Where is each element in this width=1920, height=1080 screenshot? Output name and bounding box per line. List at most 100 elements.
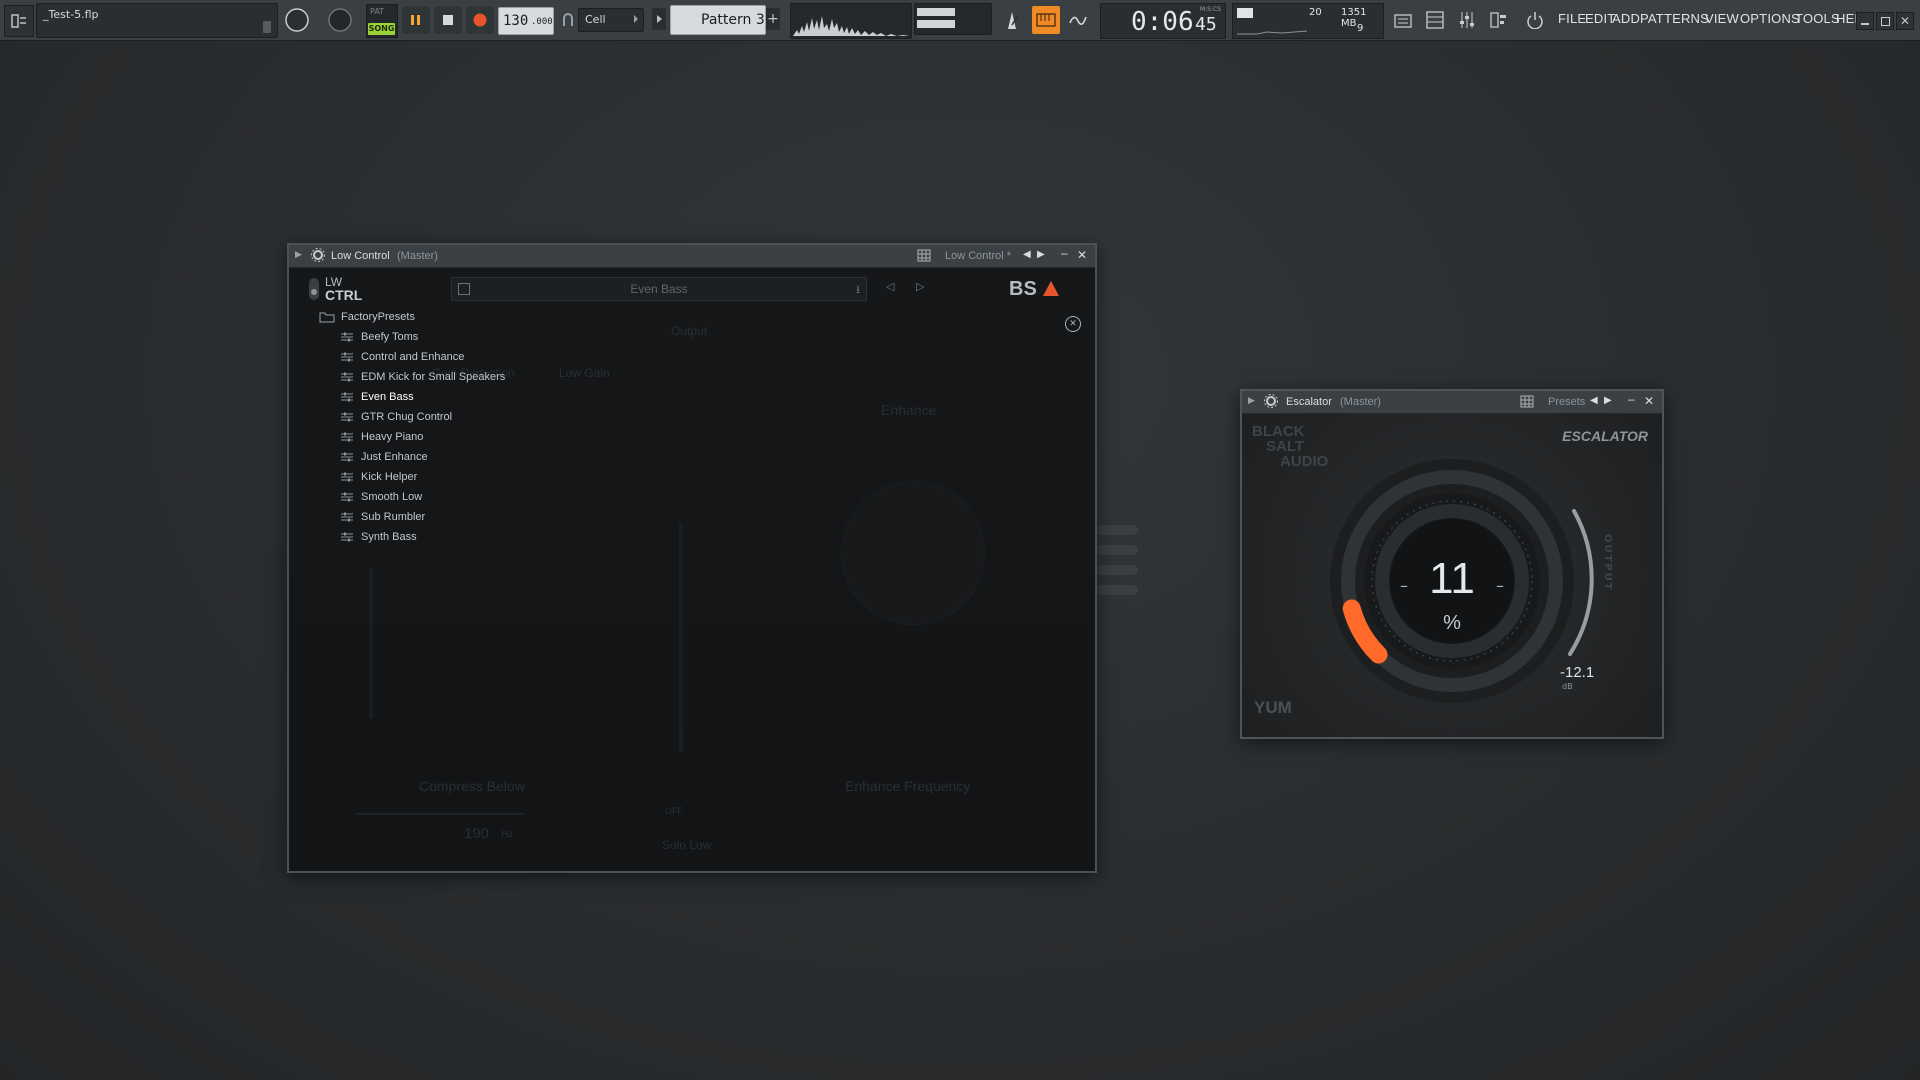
close-icon: ✕ xyxy=(1899,14,1911,28)
preset-label: Even Bass xyxy=(361,391,414,403)
step-edit-button[interactable] xyxy=(1032,6,1060,34)
preset-item[interactable]: GTR Chug Control xyxy=(341,408,581,428)
menu-options[interactable]: OPTIONS xyxy=(1740,11,1800,26)
playlist-icon xyxy=(1394,14,1412,28)
add-pattern-button[interactable]: + xyxy=(766,8,780,30)
plugin-database-button[interactable] xyxy=(1522,6,1548,34)
trash-icon[interactable] xyxy=(263,21,271,33)
next-preset-icon[interactable]: ▶ xyxy=(1604,395,1612,406)
prev-preset-arrow-icon[interactable]: ◁ xyxy=(886,280,894,293)
stop-button[interactable] xyxy=(434,6,462,34)
decrease-icon[interactable]: – xyxy=(1400,576,1408,595)
menu-view[interactable]: VIEW xyxy=(1705,11,1739,26)
preset-item[interactable]: Synth Bass xyxy=(341,528,581,548)
power-toggle-icon[interactable] xyxy=(309,278,319,300)
preset-label: Just Enhance xyxy=(361,451,428,463)
gear-icon[interactable] xyxy=(1264,394,1278,411)
next-preset-arrow-icon[interactable]: ▷ xyxy=(916,280,924,293)
master-pitch-knob[interactable] xyxy=(325,5,355,35)
output-label: OUTPUT xyxy=(1602,534,1613,592)
snap-selector[interactable]: Cell xyxy=(578,8,644,32)
low-control-window: ▶ Low Control (Master) Low Control * ◀ ▶… xyxy=(287,243,1097,873)
gear-icon[interactable] xyxy=(311,248,325,265)
menu-edit[interactable]: EDIT xyxy=(1585,11,1615,26)
preset-item[interactable]: Sub Rumbler xyxy=(341,508,581,528)
piano-roll-button[interactable] xyxy=(1486,6,1512,34)
presets-label[interactable]: Presets xyxy=(1548,396,1585,408)
preset-item[interactable]: Beefy Toms xyxy=(341,328,581,348)
minimize-icon[interactable]: – xyxy=(1628,392,1635,406)
preset-selector[interactable]: Low Control * xyxy=(945,250,1011,262)
preset-file-icon xyxy=(341,432,353,442)
output-unit: dB xyxy=(1562,682,1573,691)
record-button[interactable] xyxy=(466,6,494,34)
preset-item[interactable]: EDM Kick for Small Speakers xyxy=(341,368,581,388)
preset-browser-field[interactable]: Even Bass ⭳ xyxy=(451,277,867,301)
magnet-icon[interactable] xyxy=(562,10,574,30)
minimize-icon[interactable]: – xyxy=(1061,246,1068,260)
blend-notes-button[interactable] xyxy=(1064,6,1092,34)
low-control-titlebar[interactable]: ▶ Low Control (Master) Low Control * ◀ ▶… xyxy=(289,245,1095,268)
menu-add[interactable]: ADD xyxy=(1612,11,1640,26)
bsa-logo: BS xyxy=(1009,278,1060,301)
prev-preset-icon[interactable]: ◀ xyxy=(1023,249,1031,260)
minimize-button[interactable] xyxy=(1856,12,1874,30)
background-decoration xyxy=(1096,565,1138,575)
metronome-button[interactable] xyxy=(998,6,1026,34)
collapse-arrow-icon[interactable]: ▶ xyxy=(295,249,302,260)
ghost-compress-below-label: Compress Below xyxy=(419,778,525,794)
close-browser-button[interactable]: ✕ xyxy=(1065,316,1081,332)
channel-rack-button[interactable] xyxy=(1422,6,1448,34)
grid-icon[interactable] xyxy=(1520,395,1534,411)
background-decoration xyxy=(1096,525,1138,535)
preset-item[interactable]: Just Enhance xyxy=(341,448,581,468)
tempo-display[interactable]: 130 .000 xyxy=(498,7,554,35)
close-app-button[interactable]: ✕ xyxy=(1896,12,1914,30)
bsa-triangle-icon xyxy=(1042,281,1059,296)
tempo-decimals: .000 xyxy=(531,17,553,27)
preset-label: GTR Chug Control xyxy=(361,411,453,423)
pat-label: PAT xyxy=(370,7,385,16)
folder-name: FactoryPresets xyxy=(341,311,415,323)
menu-patterns[interactable]: PATTERNS xyxy=(1640,11,1709,26)
main-menu-button[interactable] xyxy=(4,5,34,37)
preset-file-icon xyxy=(341,532,353,542)
menu-file[interactable]: FILE xyxy=(1558,11,1586,26)
preset-file-icon xyxy=(341,352,353,362)
restore-button[interactable] xyxy=(1876,12,1894,30)
preset-file-icon xyxy=(341,492,353,502)
playlist-button[interactable] xyxy=(1390,6,1416,34)
prev-preset-icon[interactable]: ◀ xyxy=(1590,395,1598,406)
preset-item[interactable]: Smooth Low xyxy=(341,488,581,508)
knob-icon xyxy=(328,8,352,32)
close-icon[interactable]: ✕ xyxy=(1644,394,1654,408)
pat-song-switch[interactable]: PAT SONG xyxy=(366,4,398,38)
pattern-play-icon[interactable] xyxy=(652,8,666,30)
ghost-output-meter xyxy=(679,523,683,753)
preset-item[interactable]: Kick Helper xyxy=(341,468,581,488)
keyboard-icon xyxy=(1036,13,1056,27)
close-icon: ✕ xyxy=(1069,319,1077,329)
grid-icon[interactable] xyxy=(917,249,931,265)
brand-line1: BLACK xyxy=(1252,423,1305,440)
output-value[interactable]: -12.1 xyxy=(1560,664,1594,681)
play-pause-button[interactable] xyxy=(402,6,430,34)
brand-text: BS xyxy=(1009,278,1037,300)
preset-item[interactable]: Even Bass xyxy=(341,388,581,408)
preset-item[interactable]: Control and Enhance xyxy=(341,348,581,368)
close-icon[interactable]: ✕ xyxy=(1077,248,1087,262)
window-title-sub: (Master) xyxy=(1340,396,1381,408)
mixer-button[interactable] xyxy=(1454,6,1480,34)
master-volume-knob[interactable] xyxy=(282,5,312,35)
next-preset-icon[interactable]: ▶ xyxy=(1037,249,1045,260)
preset-item[interactable]: Heavy Piano xyxy=(341,428,581,448)
menu-tools[interactable]: TOOLS xyxy=(1795,11,1840,26)
ghost-compress-slider xyxy=(357,813,525,815)
time-display[interactable]: 0:06 45 M:S:CS xyxy=(1100,3,1226,39)
pattern-selector[interactable]: Pattern 3 xyxy=(670,5,766,35)
preset-file-icon xyxy=(341,512,353,522)
collapse-arrow-icon[interactable]: ▶ xyxy=(1248,395,1255,406)
escalator-titlebar[interactable]: ▶ Escalator (Master) Presets ◀ ▶ – ✕ xyxy=(1242,391,1662,414)
increase-icon[interactable]: – xyxy=(1496,576,1504,595)
download-icon[interactable]: ⭳ xyxy=(856,281,860,300)
